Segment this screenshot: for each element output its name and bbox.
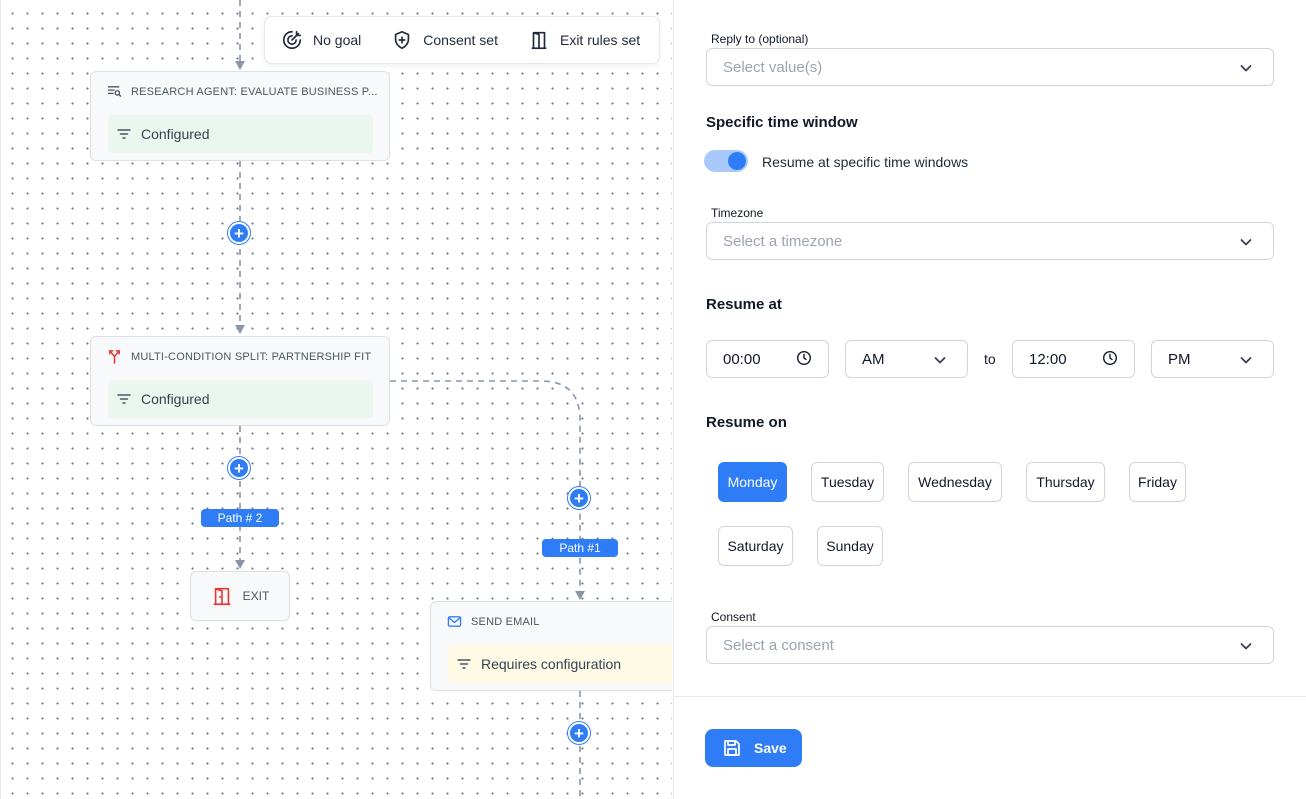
chevron-down-icon: [1240, 239, 1252, 246]
day-saturday[interactable]: Saturday: [718, 526, 793, 566]
chevron-down-icon: [934, 357, 946, 364]
node-status-label: Requires configuration: [481, 656, 622, 672]
timezone-placeholder: Select a timezone: [723, 232, 843, 250]
path-2-label: Path # 2: [201, 509, 279, 527]
consent-placeholder: Select a consent: [723, 636, 834, 654]
add-step-button[interactable]: +: [228, 222, 250, 244]
timezone-select[interactable]: Select a timezone: [706, 222, 1274, 260]
resume-at-title: Resume at: [706, 296, 782, 313]
mail-icon: [447, 616, 462, 627]
save-icon: [724, 740, 740, 756]
exit-rules-label: Exit rules set: [559, 32, 641, 48]
reply-to-select[interactable]: Select value(s): [706, 48, 1274, 86]
node-status-label: Configured: [141, 391, 210, 407]
time-window-toggle-label: Resume at specific time windows: [762, 154, 969, 170]
time-window-title: Specific time window: [706, 114, 858, 131]
consent-button[interactable]: Consent set: [391, 29, 498, 51]
toggle-knob: [728, 152, 746, 170]
node-status-configured: Configured: [108, 115, 373, 153]
start-time-input[interactable]: 00:00: [706, 340, 829, 378]
add-step-button[interactable]: +: [228, 457, 250, 479]
consent-label: Consent set: [423, 32, 498, 48]
chevron-down-icon: [1240, 357, 1252, 364]
exit-node[interactable]: EXIT: [190, 571, 290, 621]
search-list-icon: [107, 86, 122, 97]
goal-button[interactable]: No goal: [281, 29, 361, 51]
save-button[interactable]: Save: [705, 729, 802, 767]
node-status-label: Configured: [141, 126, 210, 142]
add-step-button[interactable]: +: [568, 487, 590, 509]
filter-icon: [457, 659, 471, 669]
send-email-node[interactable]: SEND EMAIL Requires configuration: [430, 601, 672, 691]
node-title: RESEARCH AGENT: EVALUATE BUSINESS P...: [131, 85, 378, 98]
step-settings-panel: Reply to (optional) Select value(s) Spec…: [673, 0, 1306, 799]
reply-to-label: Reply to (optional): [711, 32, 809, 46]
start-period-select[interactable]: AM: [845, 340, 968, 378]
goal-icon: [282, 30, 302, 50]
door-exit-icon: [531, 31, 547, 50]
node-title: SEND EMAIL: [471, 615, 540, 628]
research-agent-node[interactable]: RESEARCH AGENT: EVALUATE BUSINESS P... C…: [90, 71, 390, 161]
multi-condition-split-node[interactable]: MULTI-CONDITION SPLIT: PARTNERSHIP FIT C…: [90, 336, 390, 426]
time-window-toggle[interactable]: [704, 150, 748, 172]
start-period-value: AM: [862, 350, 885, 368]
workflow-canvas[interactable]: No goal Consent set Exit rules set RESEA…: [0, 0, 672, 799]
door-exit-icon: [213, 587, 230, 606]
end-time-value: 12:00: [1029, 350, 1067, 368]
chevron-down-icon: [1240, 643, 1252, 650]
chevron-down-icon: [1240, 65, 1252, 72]
filter-icon: [117, 129, 131, 139]
day-wednesday[interactable]: Wednesday: [908, 462, 1002, 502]
consent-select[interactable]: Select a consent: [706, 626, 1274, 664]
day-sunday[interactable]: Sunday: [817, 526, 883, 566]
day-tuesday[interactable]: Tuesday: [811, 462, 884, 502]
node-status-configured: Configured: [108, 380, 373, 418]
node-status-requires-configuration: Requires configuration: [448, 645, 672, 683]
filter-icon: [117, 394, 131, 404]
goal-label: No goal: [313, 32, 362, 48]
exit-label: EXIT: [242, 589, 270, 603]
shield-plus-icon: [395, 30, 410, 50]
end-period-select[interactable]: PM: [1151, 340, 1274, 378]
start-time-value: 00:00: [723, 350, 761, 368]
flow-settings-toolbar: No goal Consent set Exit rules set: [264, 16, 660, 64]
end-period-value: PM: [1168, 350, 1191, 368]
resume-on-title: Resume on: [706, 414, 787, 431]
reply-to-placeholder: Select value(s): [723, 58, 823, 76]
exit-rules-button[interactable]: Exit rules set: [528, 29, 640, 51]
footer-divider: [674, 696, 1306, 697]
timezone-label: Timezone: [711, 206, 764, 220]
save-label: Save: [754, 740, 787, 756]
split-icon: [109, 350, 120, 364]
clock-icon: [796, 350, 812, 366]
add-step-button[interactable]: +: [568, 722, 590, 744]
day-friday[interactable]: Friday: [1129, 462, 1186, 502]
consent-label: Consent: [711, 610, 756, 624]
path-1-label: Path #1: [542, 539, 618, 557]
node-title: MULTI-CONDITION SPLIT: PARTNERSHIP FIT: [131, 350, 372, 363]
clock-icon: [1102, 350, 1118, 366]
day-monday[interactable]: Monday: [718, 462, 787, 502]
to-label: to: [984, 351, 996, 367]
day-thursday[interactable]: Thursday: [1026, 462, 1105, 502]
end-time-input[interactable]: 12:00: [1012, 340, 1135, 378]
